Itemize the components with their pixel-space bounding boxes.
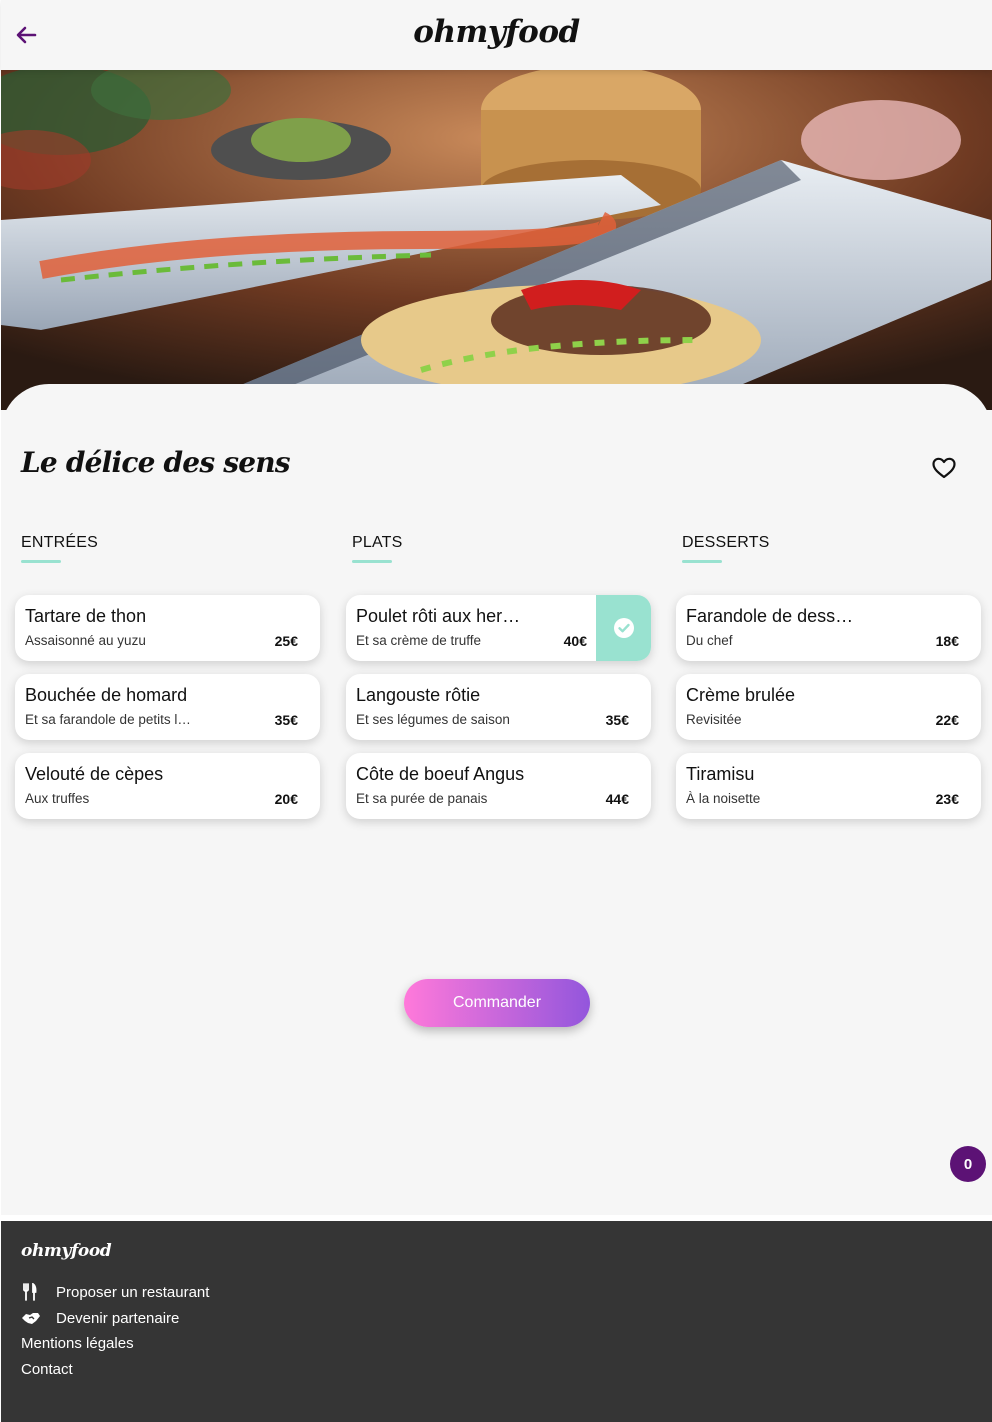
column-title: PLATS xyxy=(352,534,403,551)
footer-link-label: Mentions légales xyxy=(21,1335,134,1352)
column-title: DESSERTS xyxy=(682,534,770,551)
column-underline xyxy=(352,560,392,563)
dish-name: Velouté de cèpes xyxy=(25,764,164,784)
dish-description: Et sa crème de truffe xyxy=(356,633,482,648)
dish-name: Farandole de desserts xyxy=(686,606,858,626)
dish-description: Et sa purée de panais xyxy=(356,791,488,806)
column-underline xyxy=(21,560,61,563)
restaurant-title: Le délice des sens xyxy=(21,446,291,479)
cart-count-badge[interactable]: 0 xyxy=(950,1146,986,1182)
heart-outline-icon xyxy=(932,457,956,479)
dish-description: Et ses légumes de saison xyxy=(356,712,510,727)
favorite-button[interactable] xyxy=(930,454,958,482)
dish-price: 18€ xyxy=(935,633,959,649)
footer-link-legal[interactable]: Mentions légales xyxy=(21,1335,134,1352)
dish-name: Côte de boeuf Angus xyxy=(356,764,525,784)
top-header: ohmyfood xyxy=(1,0,992,70)
order-button[interactable]: Commander xyxy=(404,979,590,1027)
footer-link-label: Contact xyxy=(21,1361,73,1378)
hero-image xyxy=(1,70,992,410)
column-underline xyxy=(682,560,722,563)
dish-card-selected[interactable]: Poulet rôti aux herbes Et sa crème de tr… xyxy=(346,595,651,661)
dish-name: Tartare de thon xyxy=(25,606,147,626)
dish-description: À la noisette xyxy=(686,791,761,806)
dish-price: 20€ xyxy=(274,791,298,807)
logo[interactable]: ohmyfood xyxy=(1,14,992,50)
dish-card[interactable]: Côte de boeuf Angus Et sa purée de panai… xyxy=(346,753,651,819)
dish-name: Langouste rôtie xyxy=(356,685,481,705)
footer-link-propose-restaurant[interactable]: Proposer un restaurant xyxy=(21,1283,209,1301)
dish-card[interactable]: Langouste rôtie Et ses légumes de saison… xyxy=(346,674,651,740)
dish-card[interactable]: Tiramisu À la noisette 23€ xyxy=(676,753,981,819)
dish-description: Du chef xyxy=(686,633,733,648)
dish-card[interactable]: Bouchée de homard Et sa farandole de pet… xyxy=(15,674,320,740)
handshake-icon xyxy=(21,1309,43,1327)
dish-price: 35€ xyxy=(274,712,298,728)
footer-link-label: Devenir partenaire xyxy=(56,1309,180,1327)
footer-link-contact[interactable]: Contact xyxy=(21,1361,73,1378)
column-title: ENTRÉES xyxy=(21,534,98,551)
dish-description: Et sa farandole de petits légumes xyxy=(25,712,197,727)
dish-price: 22€ xyxy=(935,712,959,728)
dish-name: Bouchée de homard xyxy=(25,685,188,705)
dish-description: Aux truffes xyxy=(25,791,90,806)
dish-card[interactable]: Velouté de cèpes Aux truffes 20€ xyxy=(15,753,320,819)
page: ohmyfood Le délice des sens ENTRÉES Tart… xyxy=(1,0,992,1215)
dish-name: Crème brulée xyxy=(686,685,796,705)
footer-link-become-partner[interactable]: Devenir partenaire xyxy=(21,1309,179,1327)
dish-card[interactable]: Tartare de thon Assaisonné au yuzu 25€ xyxy=(15,595,320,661)
footer-link-label: Proposer un restaurant xyxy=(56,1283,210,1301)
footer-logo[interactable]: ohmyfood xyxy=(21,1241,112,1261)
dish-price: 44€ xyxy=(605,791,629,807)
footer: ohmyfood Proposer un restaurant Devenir … xyxy=(1,1221,992,1422)
dish-card[interactable]: Crème brulée Revisitée 22€ xyxy=(676,674,981,740)
selected-indicator[interactable] xyxy=(596,595,651,661)
check-circle-icon xyxy=(613,618,634,638)
dish-price: 40€ xyxy=(563,633,587,649)
dish-name: Poulet rôti aux herbes xyxy=(356,606,530,626)
menu-section: Le délice des sens ENTRÉES Tartare de th… xyxy=(1,384,992,1215)
dish-description: Assaisonné au yuzu xyxy=(25,633,146,648)
dish-price: 35€ xyxy=(605,712,629,728)
dish-card[interactable]: Farandole de desserts Du chef 18€ xyxy=(676,595,981,661)
utensils-icon xyxy=(21,1283,43,1301)
dish-description: Revisitée xyxy=(686,712,742,727)
dish-price: 23€ xyxy=(935,791,959,807)
dish-price: 25€ xyxy=(274,633,298,649)
dish-name: Tiramisu xyxy=(686,764,755,784)
